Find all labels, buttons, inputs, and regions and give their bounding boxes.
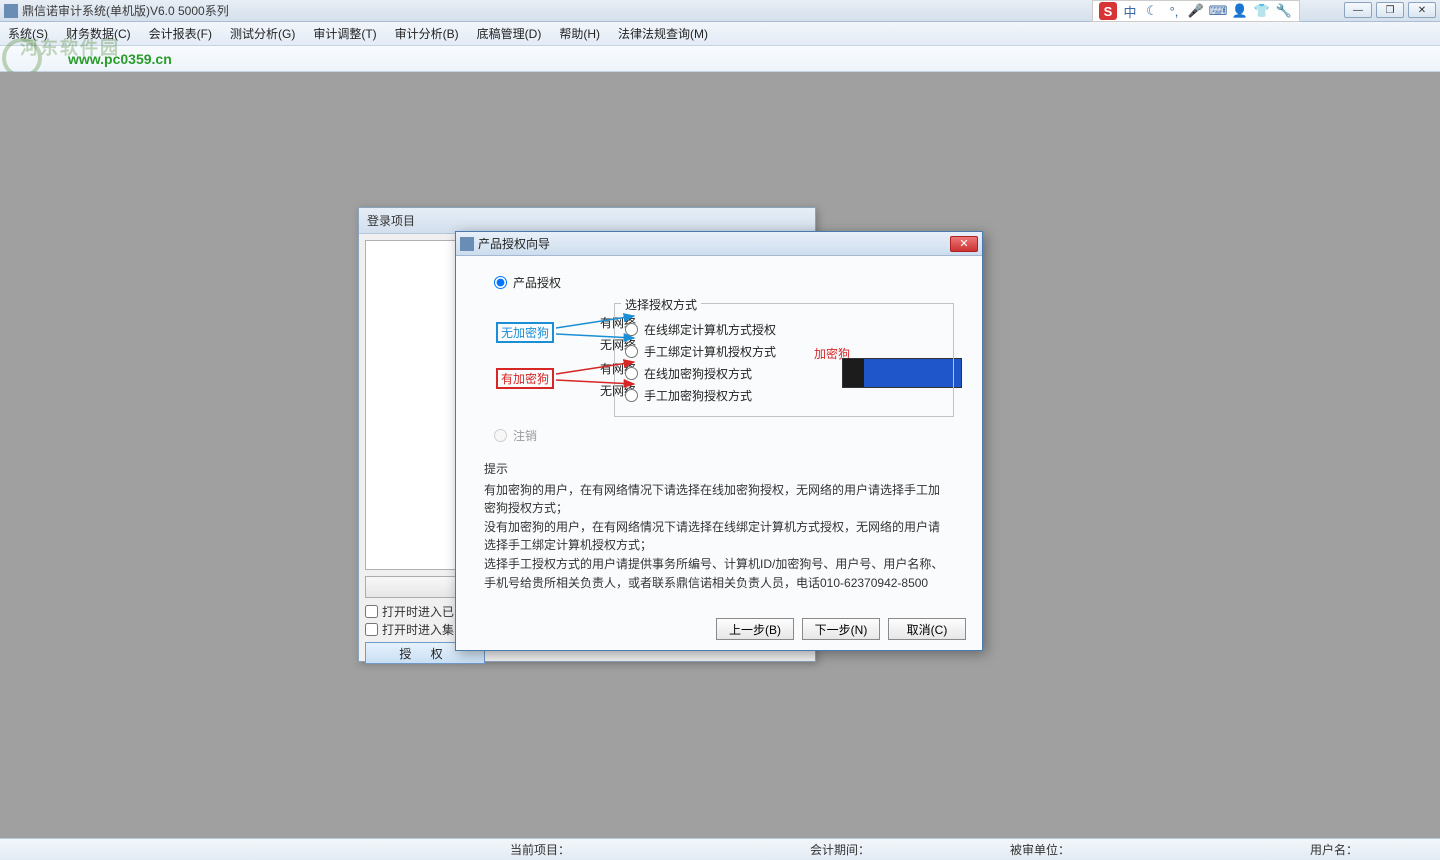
watermark-text: 河东软件园	[20, 34, 120, 60]
wizard-icon	[460, 237, 474, 251]
auth-wizard-dialog: 产品授权向导 ✕ 产品授权 有网络 无网络 有网络 无网络 无加密狗 有加密狗 …	[455, 231, 983, 651]
radio-manual-bind[interactable]	[625, 345, 638, 358]
app-icon	[4, 4, 18, 18]
radio-online-bind[interactable]	[625, 323, 638, 336]
workspace: 登录项目 创建项目 打开时进入已 打开时进入集 授 权 产品授权向导 ✕	[0, 72, 1440, 838]
checkbox-open-last-label: 打开时进入已	[382, 603, 454, 620]
window-controls: — ❐ ✕	[1344, 2, 1436, 18]
status-project: 当前项目：	[500, 841, 580, 858]
tips-box: 提示 有加密狗的用户，在有网络情况下请选择在线加密狗授权，无网络的用户请选择手工…	[484, 460, 944, 592]
checkbox-open-group-label: 打开时进入集	[382, 621, 454, 638]
radio-online-dongle[interactable]	[625, 367, 638, 380]
ime-icon-2[interactable]: °,	[1165, 2, 1183, 20]
ime-icon-7[interactable]: 🔧	[1275, 2, 1293, 20]
annotation-has-dongle: 有加密狗	[496, 368, 554, 389]
menu-help[interactable]: 帮助(H)	[559, 25, 600, 42]
wizard-back-button[interactable]: 上一步(B)	[716, 618, 794, 640]
menubar: 系统(S) 财务数据(C) 会计报表(F) 测试分析(G) 审计调整(T) 审计…	[0, 22, 1440, 46]
titlebar: 鼎信诺审计系统(单机版)V6.0 5000系列 S 中 ☾ °, 🎤 ⌨ 👤 👕…	[0, 0, 1440, 22]
radio-online-dongle-label: 在线加密狗授权方式	[644, 365, 752, 382]
menu-analysis[interactable]: 审计分析(B)	[395, 25, 459, 42]
ime-icon-4[interactable]: ⌨	[1209, 2, 1227, 20]
auth-method-group: 选择授权方式 在线绑定计算机方式授权 手工绑定计算机授权方式 在线加密狗授权方式…	[614, 303, 954, 417]
ime-icon-5[interactable]: 👤	[1231, 2, 1249, 20]
radio-unregister	[494, 429, 507, 442]
wizard-next-button[interactable]: 下一步(N)	[802, 618, 880, 640]
radio-manual-bind-label: 手工绑定计算机授权方式	[644, 343, 776, 360]
wizard-close-button[interactable]: ✕	[950, 236, 978, 252]
radio-manual-dongle[interactable]	[625, 389, 638, 402]
minimize-button[interactable]: —	[1344, 2, 1372, 18]
ime-toolbar: S 中 ☾ °, 🎤 ⌨ 👤 👕 🔧	[1092, 0, 1300, 22]
status-period: 会计期间：	[800, 841, 880, 858]
wizard-title-text: 产品授权向导	[478, 235, 550, 252]
status-unit: 被审单位：	[1000, 841, 1080, 858]
radio-product-auth-label: 产品授权	[513, 274, 561, 291]
sogou-icon[interactable]: S	[1099, 2, 1117, 20]
radio-unregister-label: 注销	[513, 427, 537, 444]
statusbar: 当前项目： 会计期间： 被审单位： 用户名：	[0, 838, 1440, 860]
wizard-cancel-button[interactable]: 取消(C)	[888, 618, 966, 640]
radio-online-bind-label: 在线绑定计算机方式授权	[644, 321, 776, 338]
menu-report[interactable]: 会计报表(F)	[149, 25, 212, 42]
checkbox-open-group[interactable]	[365, 623, 378, 636]
ime-icon-1[interactable]: ☾	[1143, 2, 1161, 20]
status-user: 用户名：	[1300, 841, 1368, 858]
annotation-no-dongle: 无加密狗	[496, 322, 554, 343]
auth-method-legend: 选择授权方式	[621, 296, 701, 313]
tips-title: 提示	[484, 460, 944, 479]
radio-manual-dongle-label: 手工加密狗授权方式	[644, 387, 752, 404]
menu-adjust[interactable]: 审计调整(T)	[313, 25, 376, 42]
menu-law[interactable]: 法律法规查询(M)	[618, 25, 708, 42]
radio-product-auth[interactable]	[494, 276, 507, 289]
maximize-button[interactable]: ❐	[1376, 2, 1404, 18]
logobar: 河东软件园 www.pc0359.cn	[0, 46, 1440, 72]
ime-icon-3[interactable]: 🎤	[1187, 2, 1205, 20]
wizard-buttons: 上一步(B) 下一步(N) 取消(C)	[716, 618, 966, 640]
menu-paper[interactable]: 底稿管理(D)	[477, 25, 542, 42]
close-button[interactable]: ✕	[1408, 2, 1436, 18]
ime-icon-6[interactable]: 👕	[1253, 2, 1271, 20]
wizard-titlebar: 产品授权向导 ✕	[456, 232, 982, 256]
menu-test[interactable]: 测试分析(G)	[230, 25, 295, 42]
ime-icon-0[interactable]: 中	[1121, 2, 1139, 20]
checkbox-open-last[interactable]	[365, 605, 378, 618]
tips-body: 有加密狗的用户，在有网络情况下请选择在线加密狗授权，无网络的用户请选择手工加密狗…	[484, 481, 944, 593]
window-title: 鼎信诺审计系统(单机版)V6.0 5000系列	[22, 2, 229, 19]
